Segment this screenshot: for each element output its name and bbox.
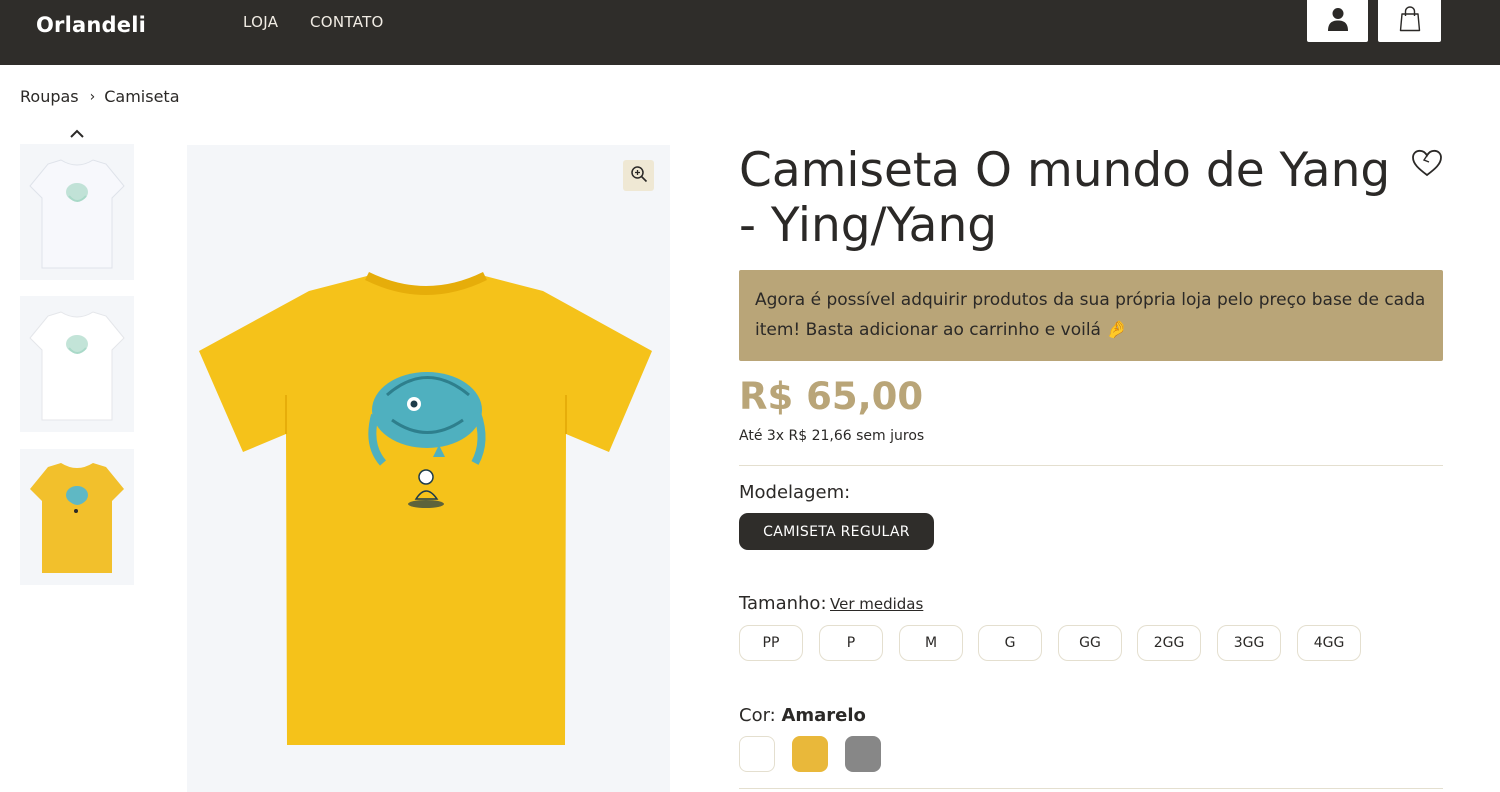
- color-swatch-amarelo[interactable]: [792, 736, 828, 772]
- size-option-gg[interactable]: GG: [1058, 625, 1122, 661]
- selected-color-name: Amarelo: [781, 705, 866, 726]
- color-swatch-cinza[interactable]: [845, 736, 881, 772]
- breadcrumb: Roupas › Camiseta: [20, 87, 180, 106]
- product-thumbnail-1[interactable]: [20, 144, 134, 280]
- favorite-button[interactable]: [1409, 148, 1445, 182]
- account-button[interactable]: [1307, 0, 1368, 42]
- color-label-text: Cor:: [739, 705, 782, 726]
- installments-text: Até 3x R$ 21,66 sem juros: [739, 428, 925, 444]
- product-title: Camiseta O mundo de Yang - Ying/Yang: [739, 143, 1391, 253]
- size-option-4gg[interactable]: 4GG: [1297, 625, 1361, 661]
- nav-link-loja[interactable]: LOJA: [243, 13, 278, 31]
- top-navigation-bar: Orlandeli LOJA CONTATO: [0, 0, 1500, 65]
- store-logo[interactable]: Orlandeli: [36, 13, 146, 37]
- heart-icon: [1411, 149, 1443, 181]
- size-options: PP P M G GG 2GG 3GG 4GG: [739, 625, 1379, 661]
- product-price: R$ 65,00: [739, 375, 924, 418]
- breadcrumb-item-camiseta[interactable]: Camiseta: [104, 87, 179, 106]
- promo-notice: Agora é possível adquirir produtos da su…: [739, 270, 1443, 361]
- size-guide-link[interactable]: Ver medidas: [830, 595, 923, 613]
- product-thumbnail-2[interactable]: [20, 296, 134, 432]
- model-label: Modelagem:: [739, 482, 851, 503]
- breadcrumb-separator: ›: [89, 88, 96, 105]
- breadcrumb-item-roupas[interactable]: Roupas: [20, 87, 79, 106]
- size-option-3gg[interactable]: 3GG: [1217, 625, 1281, 661]
- size-option-m[interactable]: M: [899, 625, 963, 661]
- zoom-in-icon: [630, 165, 648, 187]
- model-option-camiseta-regular[interactable]: CAMISETA REGULAR: [739, 513, 934, 550]
- color-label: Cor: Amarelo: [739, 705, 866, 726]
- size-label: Tamanho:: [739, 593, 827, 614]
- product-thumbnail-3[interactable]: [20, 449, 134, 585]
- size-option-pp[interactable]: PP: [739, 625, 803, 661]
- size-option-g[interactable]: G: [978, 625, 1042, 661]
- divider: [739, 465, 1443, 466]
- divider: [739, 788, 1443, 789]
- cart-button[interactable]: [1378, 0, 1441, 42]
- size-option-2gg[interactable]: 2GG: [1137, 625, 1201, 661]
- thumbnails-scroll-up-button[interactable]: [67, 124, 87, 140]
- chevron-up-icon: [70, 123, 84, 142]
- zoom-button[interactable]: [623, 160, 654, 191]
- size-option-p[interactable]: P: [819, 625, 883, 661]
- user-icon: [1327, 7, 1349, 35]
- color-swatch-branco[interactable]: [739, 736, 775, 772]
- shopping-bag-icon: [1399, 6, 1421, 36]
- product-main-image[interactable]: [187, 145, 670, 792]
- nav-link-contato[interactable]: CONTATO: [310, 13, 384, 31]
